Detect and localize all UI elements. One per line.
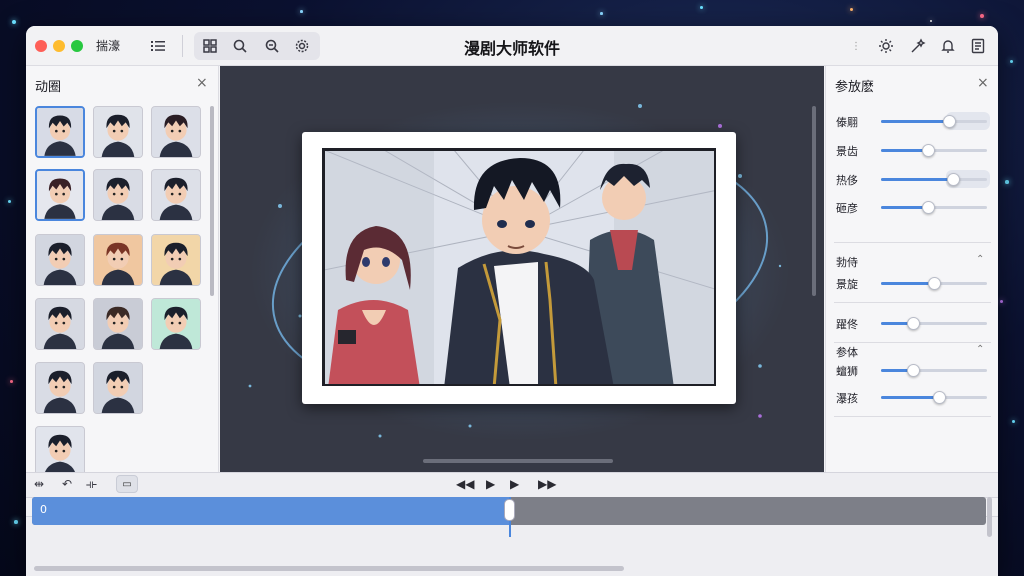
- track-label: 0: [40, 503, 47, 516]
- slider-thumb[interactable]: [921, 144, 935, 157]
- panel-title: 参放麽: [835, 80, 875, 95]
- playhead-handle[interactable]: [504, 499, 515, 521]
- section-title: 参体: [836, 346, 858, 359]
- avatar-thumbnail[interactable]: [93, 362, 143, 414]
- slider[interactable]: [881, 144, 987, 157]
- character-panel: 动圈 ×: [26, 66, 219, 478]
- avatar-thumbnail[interactable]: [35, 169, 85, 221]
- divider: [834, 342, 991, 343]
- split-icon[interactable]: ⟛: [86, 477, 97, 492]
- slider[interactable]: [881, 173, 987, 186]
- chevron-up-icon[interactable]: ⌃: [976, 344, 984, 355]
- notification-bell-icon[interactable]: [938, 36, 958, 56]
- comic-panel-art: [322, 148, 716, 386]
- slider[interactable]: [881, 277, 987, 290]
- avatar-thumbnail[interactable]: [35, 298, 85, 350]
- slider-fill: [881, 282, 934, 285]
- title-bar: 揣濠 漫剧大师软件 ⋮: [26, 26, 998, 66]
- slider-label: 景齿: [836, 145, 858, 158]
- chevron-up-icon[interactable]: ⌃: [976, 254, 984, 265]
- slider-fill: [881, 206, 928, 209]
- slider[interactable]: [881, 364, 987, 377]
- scrollbar[interactable]: [210, 106, 214, 296]
- avatar-thumbnail[interactable]: [93, 234, 143, 286]
- preview-canvas[interactable]: [220, 66, 824, 472]
- avatar-thumbnail[interactable]: [35, 426, 85, 478]
- step-forward-icon[interactable]: ▶: [510, 477, 519, 491]
- close-icon[interactable]: ×: [196, 75, 208, 91]
- avatar-thumbnail[interactable]: [151, 169, 201, 221]
- effects-icon[interactable]: [876, 36, 896, 56]
- divider: [834, 242, 991, 243]
- panel-title: 动圈: [35, 80, 62, 95]
- slider-fill: [881, 149, 928, 152]
- slider-thumb[interactable]: [942, 115, 956, 128]
- avatar-thumbnail[interactable]: [151, 234, 201, 286]
- slider-fill: [881, 396, 940, 399]
- slider-thumb[interactable]: [921, 201, 935, 214]
- comic-frame[interactable]: [302, 132, 736, 404]
- avatar-thumbnail[interactable]: [35, 234, 85, 286]
- properties-panel: 参放麽 × 傣翢景齿热侈砸彦勃侍 ⌃ 景旋躍佟参体 ⌃ 蟺狮瀑孩: [825, 66, 998, 472]
- avatar-thumbnail[interactable]: [35, 106, 85, 158]
- avatar-thumbnail[interactable]: [35, 362, 85, 414]
- rewind-icon[interactable]: ◀◀: [456, 477, 474, 491]
- horizontal-scrollbar[interactable]: [423, 459, 613, 463]
- caption-icon[interactable]: ▭: [116, 475, 138, 493]
- magic-wand-icon[interactable]: [908, 36, 928, 56]
- avatar-thumbnail[interactable]: [93, 169, 143, 221]
- slider-label: 景旋: [836, 278, 858, 291]
- slider-thumb[interactable]: [906, 364, 920, 377]
- slider-label: 瀑孩: [836, 392, 858, 405]
- slider[interactable]: [881, 201, 987, 214]
- app-window: 揣濠 漫剧大师软件 ⋮ 动圈 × 参放麽 × 傣翢 景齿 热侈 砸彦 勃侍 ⌃ …: [26, 26, 998, 576]
- slider-thumb[interactable]: [933, 391, 947, 404]
- undo-icon[interactable]: ↶: [62, 477, 72, 491]
- document-icon[interactable]: [968, 36, 988, 56]
- slider-label: 热侈: [836, 174, 858, 187]
- section-title: 勃侍: [836, 256, 858, 269]
- slider[interactable]: [881, 115, 987, 128]
- slider-label: 蟺狮: [836, 365, 858, 378]
- divider: [834, 302, 991, 303]
- slider-thumb[interactable]: [906, 317, 920, 330]
- track-progress: [32, 497, 509, 525]
- timeline-vertical-scrollbar[interactable]: [987, 497, 992, 537]
- play-icon[interactable]: ▶: [486, 477, 495, 491]
- avatar-thumbnail[interactable]: [93, 298, 143, 350]
- divider: [834, 416, 991, 417]
- slider-label: 傣翢: [836, 116, 858, 129]
- slider[interactable]: [881, 391, 987, 404]
- slider-thumb[interactable]: [928, 277, 941, 290]
- avatar-thumbnail[interactable]: [93, 106, 143, 158]
- fast-forward-icon[interactable]: ▶▶: [538, 477, 556, 491]
- slider-thumb[interactable]: [947, 173, 961, 186]
- slider-fill: [881, 178, 954, 181]
- vertical-scrollbar[interactable]: [812, 106, 816, 296]
- slider[interactable]: [881, 317, 987, 330]
- slider-label: 躍佟: [836, 318, 858, 331]
- more-icon[interactable]: ⋮: [846, 36, 866, 56]
- slider-fill: [881, 120, 949, 123]
- slider-label: 砸彦: [836, 202, 858, 215]
- timeline-horizontal-scrollbar[interactable]: [34, 566, 624, 571]
- avatar-thumbnail[interactable]: [151, 298, 201, 350]
- avatar-thumbnail[interactable]: [151, 106, 201, 158]
- close-icon[interactable]: ×: [977, 75, 989, 91]
- trim-icon[interactable]: ⇹: [34, 477, 44, 491]
